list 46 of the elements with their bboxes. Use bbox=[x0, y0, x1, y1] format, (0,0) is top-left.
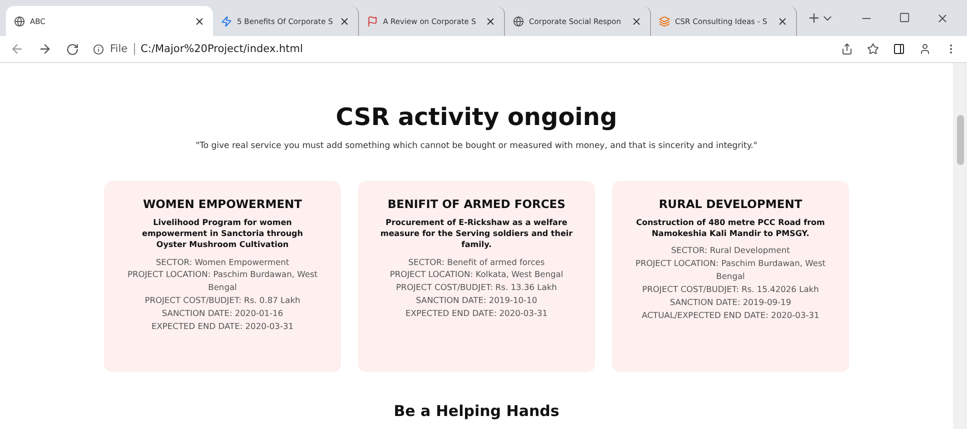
card-detail: PROJECT COST/BUDJET: Rs. 0.87 Lakh bbox=[144, 294, 302, 307]
section-heading: Be a Helping Hands bbox=[394, 402, 560, 420]
close-icon[interactable] bbox=[339, 16, 350, 26]
card-heading: BENIFIT OF ARMED FORCES bbox=[388, 197, 566, 211]
card-detail: SECTOR: Benefit of armed forces bbox=[407, 256, 546, 268]
card-detail: SANCTION DATE: 2020-01-16 bbox=[160, 307, 284, 320]
card-detail: PROJECT LOCATION: Paschim Burdawan, West Bengal bbox=[126, 268, 319, 294]
card-detail: ACTUAL/EXPECTED END DATE: 2020-03-31 bbox=[640, 308, 820, 322]
info-icon bbox=[93, 44, 104, 54]
card-detail: SANCTION DATE: 2019-10-10 bbox=[414, 294, 538, 307]
card-detail: PROJECT LOCATION: Paschim Burdawan, West Bengal bbox=[634, 257, 827, 283]
card-subtitle: Construction of 480 metre PCC Road from Namokeshia Kali Mandir to PMSGY. bbox=[635, 217, 826, 240]
reload-icon[interactable] bbox=[66, 42, 79, 56]
close-icon[interactable] bbox=[631, 16, 642, 26]
address-field[interactable]: File C:/Major%20Project/index.html bbox=[93, 38, 827, 60]
card-detail: PROJECT COST/BUDJET: Rs. 13.36 Lakh bbox=[395, 281, 558, 294]
new-tab-icon[interactable] bbox=[807, 11, 822, 25]
profile-icon[interactable] bbox=[919, 43, 931, 55]
quote: "To give real service you must add something which cannot be bought or measured with money, and that is sincerity and integrity." bbox=[196, 141, 758, 151]
card-heading: RURAL DEVELOPMENT bbox=[658, 197, 802, 211]
card-detail: PROJECT LOCATION: Kolkata, West Bengal bbox=[390, 268, 564, 282]
flag-icon bbox=[367, 16, 378, 26]
card-detail: PROJECT COST/BUDJET: Rs. 15.42026 Lakh bbox=[641, 282, 820, 296]
globe-icon bbox=[513, 16, 524, 26]
card-detail: SANCTION DATE: 2019-09-19 bbox=[668, 296, 792, 309]
card-detail: SECTOR: Women Empowerment bbox=[154, 256, 290, 268]
close-icon[interactable] bbox=[777, 16, 788, 26]
card-detail: SECTOR: Rural Development bbox=[670, 244, 791, 258]
close-icon[interactable] bbox=[194, 16, 206, 26]
globe-icon bbox=[14, 16, 25, 26]
card-subtitle: Livelihood Program for women empowerment in Sanctoria through Oyster Mushroom Cultivation bbox=[141, 217, 304, 251]
back-icon[interactable] bbox=[10, 42, 24, 56]
share-icon[interactable] bbox=[841, 43, 853, 55]
card-detail: EXPECTED END DATE: 2020-03-31 bbox=[150, 320, 294, 333]
scrollbar[interactable] bbox=[953, 63, 967, 429]
forward-icon[interactable] bbox=[38, 42, 52, 56]
card-detail: EXPECTED END DATE: 2020-03-31 bbox=[404, 307, 548, 320]
bookmark-icon[interactable] bbox=[867, 43, 879, 55]
page-title: CSR activity ongoing bbox=[336, 103, 618, 131]
card-heading: WOMEN EMPOWERMENT bbox=[142, 197, 302, 211]
maximize-icon[interactable] bbox=[899, 12, 910, 22]
close-icon[interactable] bbox=[936, 12, 950, 24]
close-icon[interactable] bbox=[485, 16, 496, 26]
scrollbar-thumb[interactable] bbox=[956, 115, 964, 165]
side-panel-icon[interactable] bbox=[893, 43, 905, 55]
card-subtitle: Procurement of E-Rickshaw as a welfare measure for the Serving soldiers and their family. bbox=[380, 217, 573, 251]
